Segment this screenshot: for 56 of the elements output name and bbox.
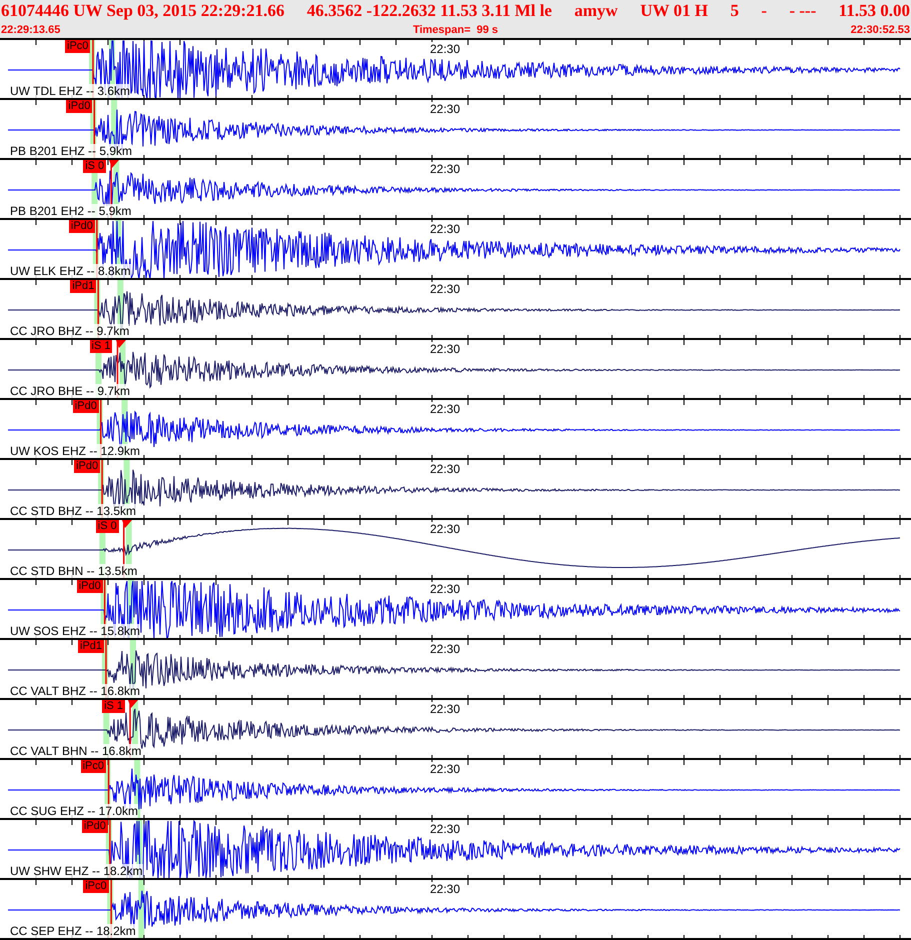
pick-label[interactable]: iPd1: [78, 640, 104, 653]
time-mark: 22:30: [430, 402, 460, 416]
pick-label[interactable]: iPd0: [72, 400, 99, 413]
event-summary-field: 11.53 0.00: [838, 0, 910, 24]
time-mark: 22:30: [430, 102, 460, 116]
time-mark: 22:30: [430, 882, 460, 896]
pick-label[interactable]: iS 1: [90, 340, 112, 353]
pick-label[interactable]: iS 0: [96, 520, 119, 533]
pick-label[interactable]: iPd0: [66, 100, 92, 113]
time-mark: 22:30: [430, 462, 460, 476]
event-summary-field: - ---: [789, 0, 816, 24]
trace-label: CC STD BHN -- 13.5km: [10, 564, 138, 578]
end-time: 22:30:52.53: [850, 22, 910, 38]
start-time: 22:29:13.65: [1, 22, 60, 38]
event-summary-field: 5: [730, 0, 739, 24]
trace-label: CC SEP EHZ -- 18.2km: [10, 924, 136, 938]
time-mark: 22:30: [430, 642, 460, 656]
trace-label: CC STD BHZ -- 13.5km: [10, 504, 136, 518]
time-mark: 22:30: [430, 822, 460, 836]
trace-label: UW KOS EHZ -- 12.9km: [10, 444, 140, 458]
timespan: Timespan= 99 s: [412, 22, 498, 38]
time-mark: 22:30: [430, 582, 460, 596]
event-summary-field: 46.3562 -122.2632 11.53 3.11 Ml le: [306, 0, 552, 24]
trace-label: PB B201 EH2 -- 5.9km: [10, 204, 132, 218]
pick-label[interactable]: iS 1: [102, 700, 126, 713]
trace-label: UW ELK EHZ -- 8.8km: [10, 264, 131, 278]
trace-label: PB B201 EHZ -- 5.9km: [10, 144, 132, 158]
trace-label: CC SUG EHZ -- 17.0km: [10, 804, 138, 818]
pick-label[interactable]: iPd1: [70, 280, 96, 293]
trace-label: UW TDL EHZ -- 3.6km: [10, 84, 130, 98]
pick-label[interactable]: iPc0: [65, 40, 90, 53]
trace-label: CC JRO BHE -- 9.7km: [10, 384, 130, 398]
time-mark: 22:30: [430, 762, 460, 776]
pick-label[interactable]: iPd0: [82, 820, 108, 833]
trace-label: CC VALT BHZ -- 16.8km: [10, 684, 140, 698]
trace-label: CC VALT BHN -- 16.8km: [10, 744, 142, 758]
pick-label[interactable]: iPc0: [80, 760, 106, 773]
event-summary-field: -: [761, 0, 767, 24]
pick-label[interactable]: iS 0: [83, 160, 106, 173]
time-mark: 22:30: [430, 222, 460, 236]
trace-label: UW SHW EHZ -- 18.2km: [10, 864, 143, 878]
time-mark: 22:30: [430, 702, 460, 716]
time-mark: 22:30: [430, 162, 460, 176]
time-mark: 22:30: [430, 282, 460, 296]
trace-label: CC JRO BHZ -- 9.7km: [10, 324, 130, 338]
pick-label[interactable]: iPd0: [74, 460, 100, 473]
time-mark: 22:30: [430, 42, 460, 56]
trace-label: UW SOS EHZ -- 15.8km: [10, 624, 140, 638]
pick-label[interactable]: iPc0: [83, 880, 109, 893]
time-mark: 22:30: [430, 522, 460, 536]
pick-label[interactable]: iPd0: [68, 220, 95, 233]
event-summary-field: 61074446 UW Sep 03, 2015 22:29:21.66: [1, 0, 284, 24]
pick-label[interactable]: iPd0: [76, 580, 103, 593]
event-summary-field: amyw: [574, 0, 618, 24]
time-mark: 22:30: [430, 342, 460, 356]
event-summary-field: UW 01 H: [640, 0, 708, 24]
